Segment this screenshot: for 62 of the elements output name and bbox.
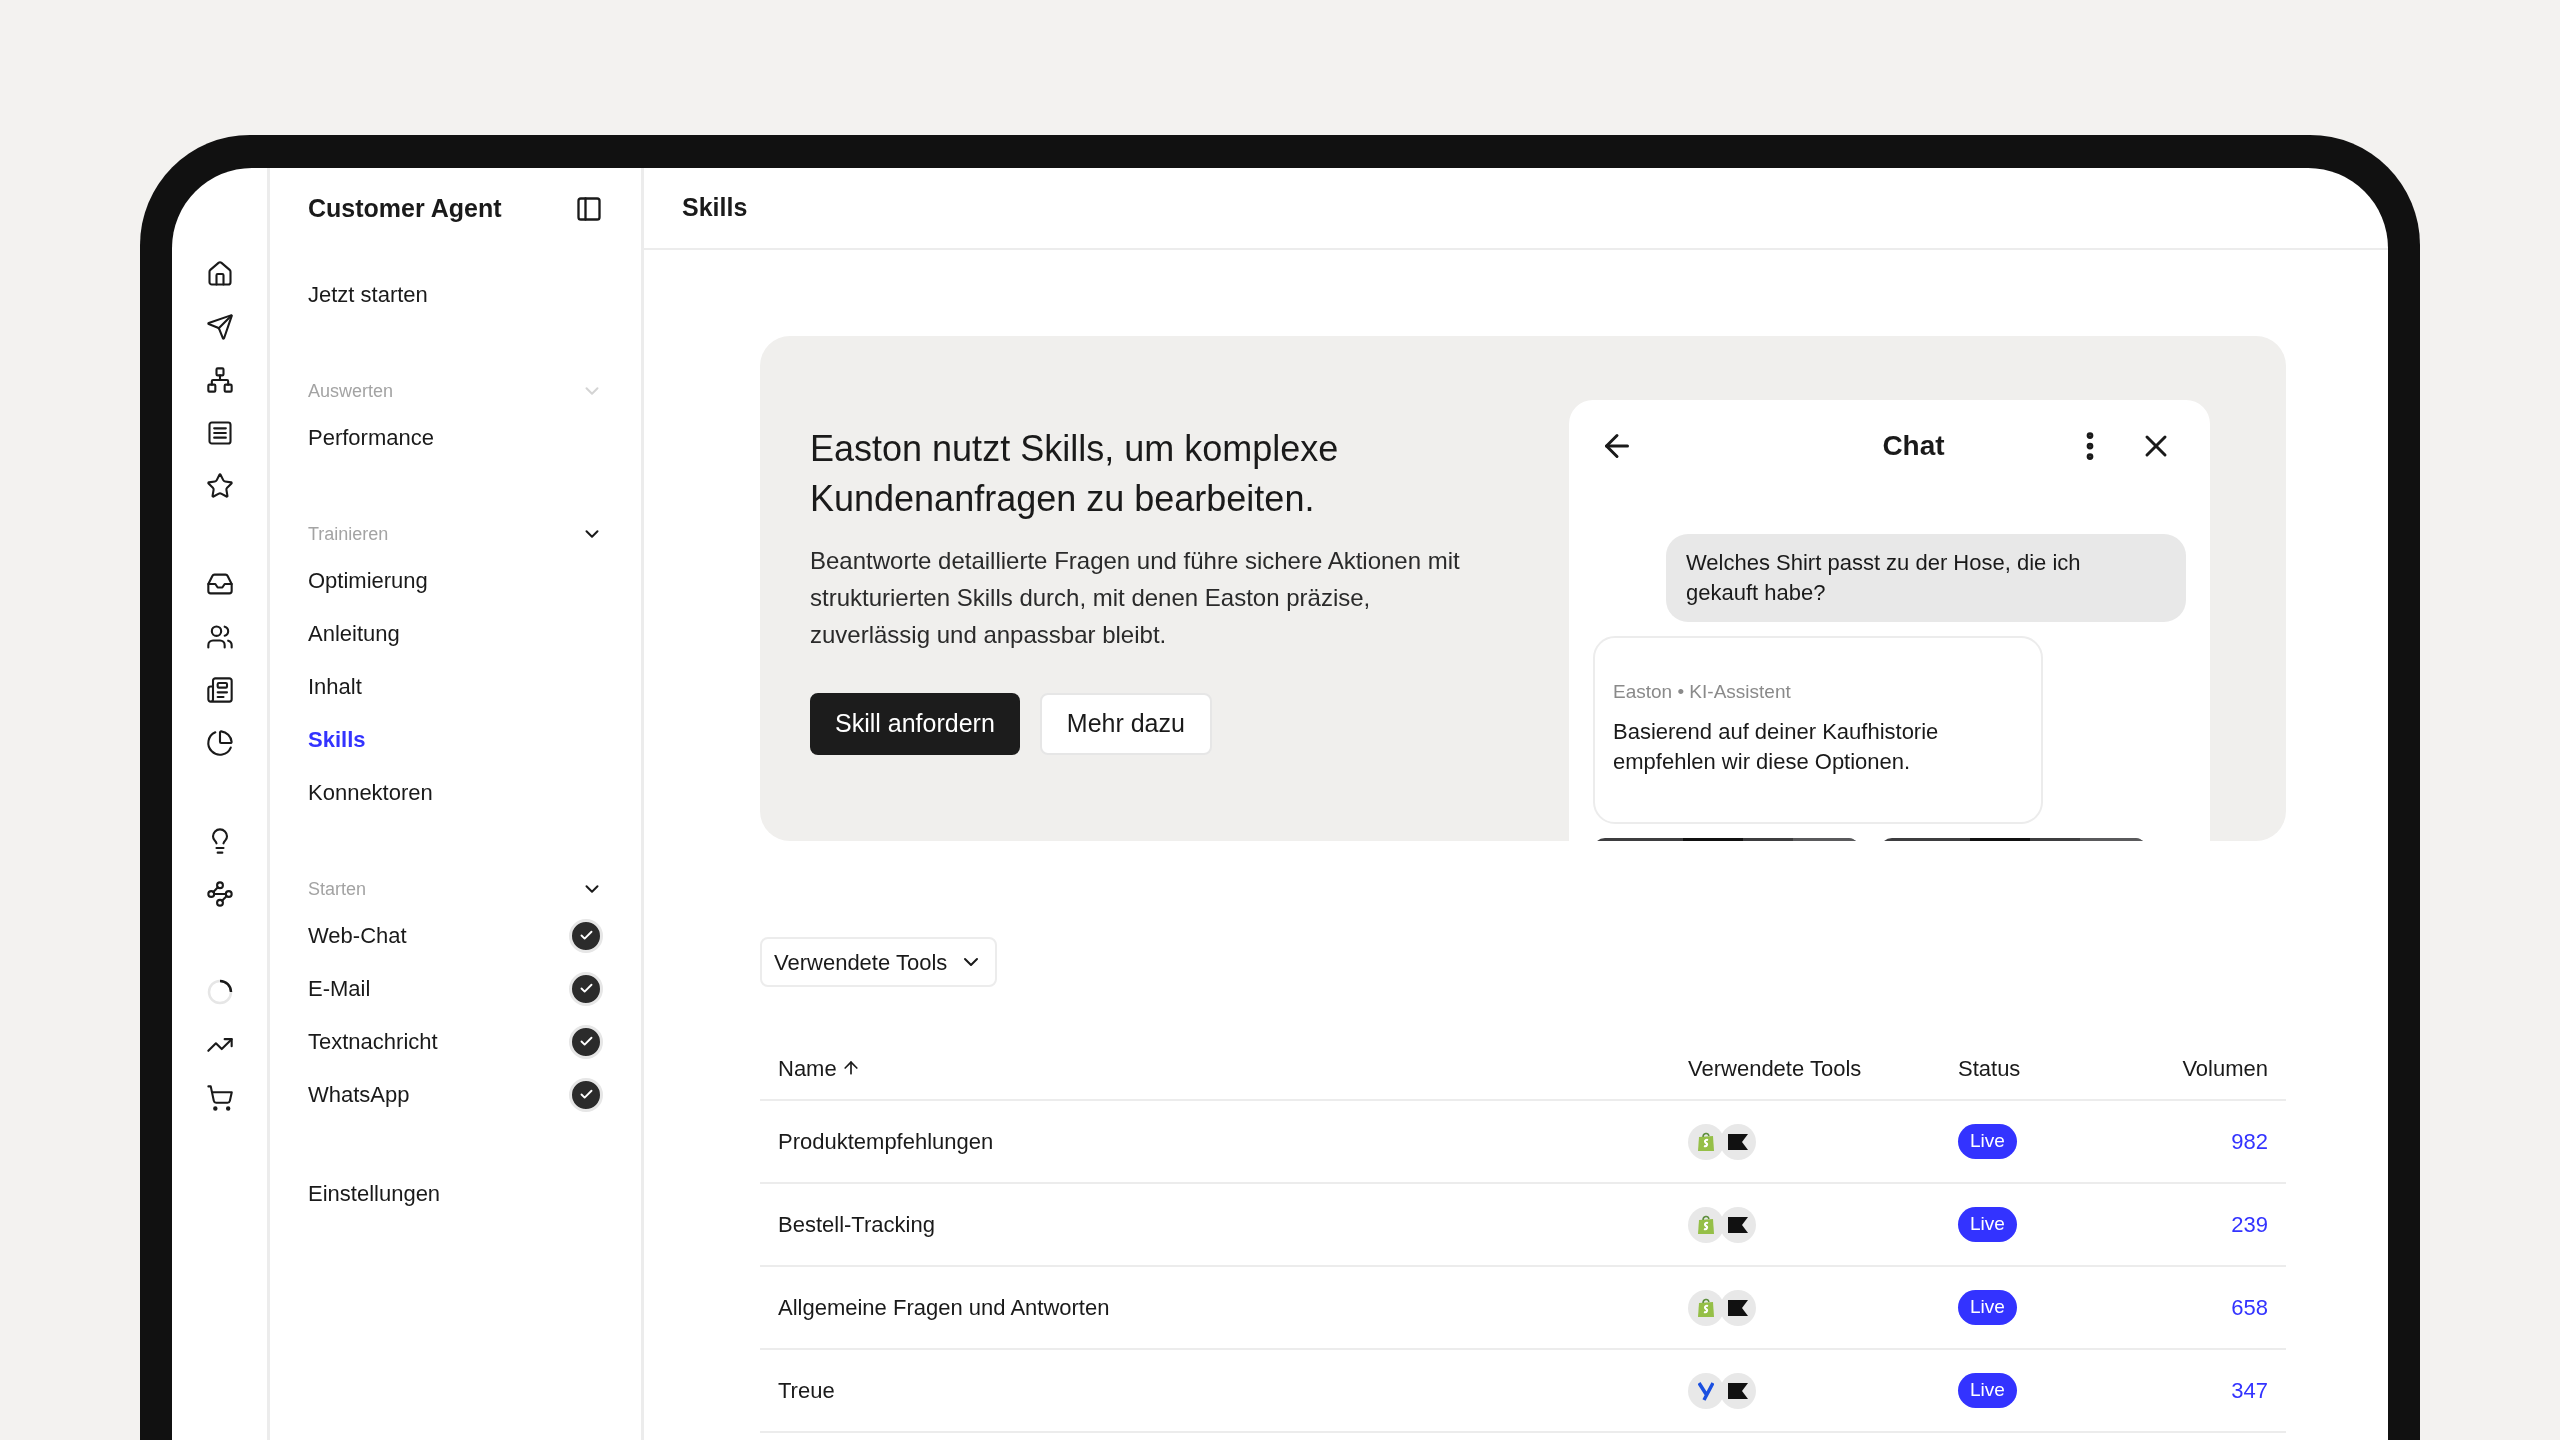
pie-chart-icon[interactable] [205,729,234,757]
column-header[interactable]: Verwendete Tools [1688,1051,1862,1085]
nav-item[interactable]: Konnektoren [308,776,433,809]
nav-item[interactable]: Optimierung [308,564,428,597]
logo-icon [1698,1380,1714,1401]
section-label: Auswerten [308,379,394,403]
section-label: Starten [308,877,367,901]
document-icon[interactable] [205,419,234,447]
message-sender: Easton • KI-Assistent [1613,680,1792,704]
shopping-bag-icon [1697,1297,1715,1318]
sidebar-toggle-icon[interactable] [575,195,603,223]
shopping-bag-icon [1697,1131,1715,1152]
app-title: Customer Agent [308,193,502,225]
nav-item[interactable]: Textnachricht [308,1025,438,1058]
nav-item[interactable]: Jetzt starten [308,278,428,311]
banner-heading: Easton nutzt Skills, um komplexe Kundenanfragen zu bearbeiten. [810,427,1340,521]
nav-item[interactable]: WhatsApp [308,1078,410,1111]
nav-item[interactable]: Performance [308,421,434,454]
message-text: Basierend auf deiner Kaufhistorie empfehlen wir diese Optionen. [1613,717,1940,776]
nav-item[interactable]: Anleitung [308,617,400,650]
chat-title: Chat [1882,429,1945,463]
table-cell-text: Allgemeine Fragen und Antworten [778,1294,1111,1322]
nav-item[interactable]: Skills [308,723,366,756]
nav-item[interactable]: Inhalt [308,670,362,703]
volume-link[interactable]: 239 [2231,1208,2268,1241]
volume-link[interactable]: 982 [2231,1125,2268,1158]
request-skill-button[interactable]: Skill anfordern [810,693,1020,755]
status-badge: Live [1958,1207,2017,1242]
table-cell-text: Produktempfehlungen [778,1128,995,1156]
banner-description: Beantworte detaillierte Fragen und führe sichere Aktionen mit strukturierten Skills durch, mit denen Easton präzise, zuverlässig und anpassbar bleibt. [810,546,1461,650]
status-badge: Live [1958,1124,2017,1159]
volume-link[interactable]: 658 [2231,1291,2268,1324]
send-icon[interactable] [205,313,234,341]
nav-item[interactable]: E-Mail [308,972,371,1005]
learn-more-button[interactable]: Mehr dazu [1039,693,1212,755]
home-icon[interactable] [205,260,234,288]
cart-icon[interactable] [205,1084,234,1112]
flag-icon [1728,1133,1748,1150]
status-badge: Live [1958,1373,2017,1408]
status-badge: Live [1958,1290,2017,1325]
user-message: Welches Shirt passt zu der Hose, die ich gekauft habe? [1666,534,2186,622]
flag-icon [1728,1382,1748,1399]
star-icon[interactable] [205,472,234,500]
page-title: Skills [682,192,748,224]
tools-filter-dropdown[interactable]: Verwendete Tools [760,937,998,987]
shopping-bag-icon [1697,1214,1715,1235]
nav-item[interactable]: Einstellungen [308,1177,441,1210]
route-icon[interactable] [205,880,234,908]
column-header[interactable]: Volumen [2182,1051,2268,1085]
column-header[interactable]: Name [778,1051,861,1085]
table-cell-text: Bestell-Tracking [778,1211,936,1239]
flag-icon [1728,1216,1748,1233]
loading-spinner-icon [205,978,234,1006]
nav-item[interactable]: Web-Chat [308,919,407,952]
column-header[interactable]: Status [1958,1051,2021,1085]
hierarchy-icon[interactable] [205,366,234,394]
volume-link[interactable]: 347 [2231,1374,2268,1407]
flag-icon [1728,1299,1748,1316]
table-cell-text: Treue [778,1377,836,1405]
section-label: Trainieren [308,522,389,546]
users-icon[interactable] [205,623,234,651]
newspaper-icon[interactable] [205,676,234,704]
